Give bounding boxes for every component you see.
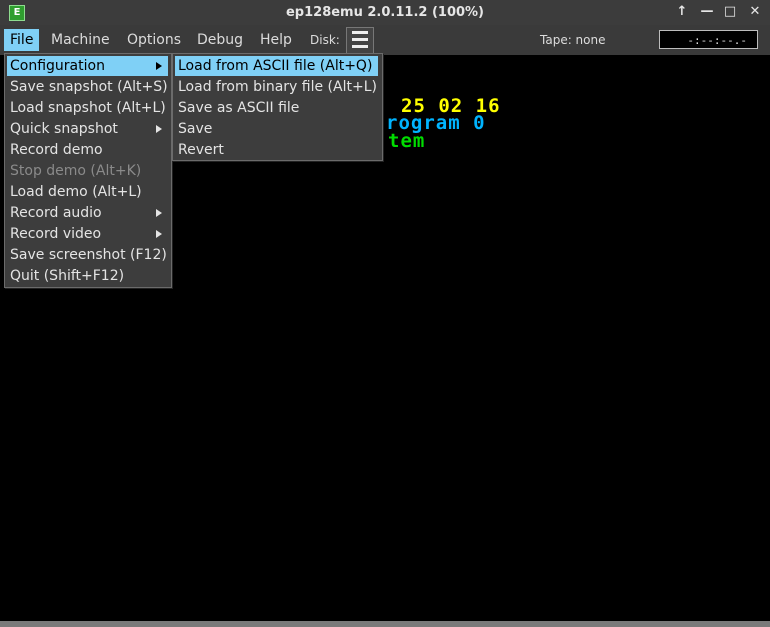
menu-item-load-demo[interactable]: Load demo (Alt+L) — [7, 182, 168, 202]
menu-options[interactable]: Options — [121, 29, 187, 51]
submenu-arrow-icon — [156, 209, 162, 217]
menu-item-configuration[interactable]: Configuration — [7, 56, 168, 76]
menu-item-label: Record audio — [10, 205, 102, 221]
menu-item-save-snapshot[interactable]: Save snapshot (Alt+S) — [7, 77, 168, 97]
submenu-arrow-icon — [156, 125, 162, 133]
menu-item-label: Configuration — [10, 58, 105, 74]
menu-item-label: Record video — [10, 226, 102, 242]
maximize-icon[interactable]: □ — [722, 4, 738, 20]
menu-bar: File Machine Options Debug Help Disk: — [0, 25, 770, 55]
window-bottom-border — [0, 621, 770, 627]
menu-item-revert[interactable]: Revert — [175, 140, 378, 160]
menu-help[interactable]: Help — [254, 29, 298, 51]
screen-line-3: tem — [388, 130, 426, 152]
menu-item-load-snapshot[interactable]: Load snapshot (Alt+L) — [7, 98, 168, 118]
window-title: ep128emu 2.0.11.2 (100%) — [285, 5, 484, 20]
keep-above-icon[interactable]: ↑ — [674, 4, 690, 20]
title-bar: E ep128emu 2.0.11.2 (100%) ↑ — □ ✕ — [0, 0, 770, 25]
submenu-arrow-icon — [156, 62, 162, 70]
menu-item-save-ascii[interactable]: Save as ASCII file — [175, 98, 378, 118]
close-icon[interactable]: ✕ — [747, 4, 763, 20]
file-menu: Configuration Save snapshot (Alt+S) Load… — [4, 53, 172, 288]
menu-debug[interactable]: Debug — [191, 29, 249, 51]
menu-file[interactable]: File — [4, 29, 40, 51]
submenu-arrow-icon — [156, 230, 162, 238]
menu-item-load-ascii[interactable]: Load from ASCII file (Alt+Q) — [175, 56, 378, 76]
minimize-icon[interactable]: — — [699, 4, 715, 20]
menu-item-record-demo[interactable]: Record demo — [7, 140, 168, 160]
menu-item-record-video[interactable]: Record video — [7, 224, 168, 244]
menu-machine[interactable]: Machine — [45, 29, 116, 51]
tape-status-label: Tape: none — [540, 33, 606, 47]
menu-item-load-binary[interactable]: Load from binary file (Alt+L) — [175, 77, 378, 97]
tape-position-display: -:--:--.- — [659, 30, 758, 49]
menu-item-stop-demo: Stop demo (Alt+K) — [10, 163, 142, 179]
disk-label: Disk: — [310, 33, 340, 47]
menu-item-save[interactable]: Save — [175, 119, 378, 139]
disk-status-button[interactable] — [346, 27, 374, 56]
menu-item-record-audio[interactable]: Record audio — [7, 203, 168, 223]
menu-item-quit[interactable]: Quit (Shift+F12) — [7, 266, 168, 286]
menu-item-label: Quick snapshot — [10, 121, 118, 137]
configuration-submenu: Load from ASCII file (Alt+Q) Load from b… — [172, 53, 383, 161]
menu-item-quick-snapshot[interactable]: Quick snapshot — [7, 119, 168, 139]
menu-item-save-screenshot[interactable]: Save screenshot (F12) — [7, 245, 168, 265]
